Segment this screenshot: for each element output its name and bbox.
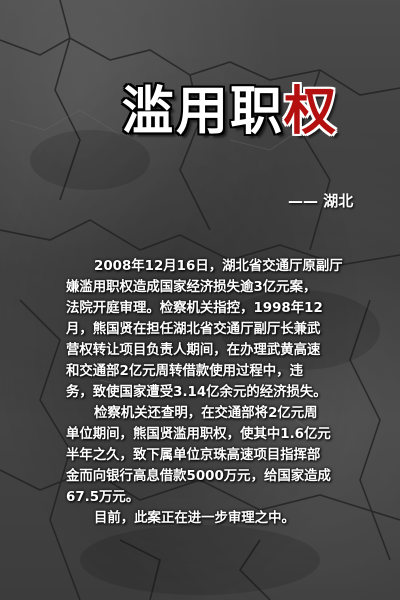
article-line: 67.5万元。 <box>66 490 140 505</box>
article-line: 目前，此案正在进一步审理之中。 <box>94 511 295 526</box>
page-title: 滥用职权 <box>122 86 338 138</box>
source-subtitle: —— 湖北 <box>288 192 354 210</box>
title-highlight: 权 <box>284 82 339 142</box>
article-line: 务，致使国家遭受3.14亿余元的经济损失。 <box>66 385 327 400</box>
article-line: 单位期间，熊国贤滥用职权，使其中1.6亿元 <box>66 427 331 442</box>
title-main: 滥用职 <box>122 82 285 142</box>
article-line: 营权转让项目负责人期间，在办理武黄高速 <box>66 343 321 358</box>
article-line: 半年之久，致下属单位京珠高速项目指挥部 <box>66 448 321 463</box>
article-line: 检察机关还查明，在交通部将2亿元周 <box>94 406 318 421</box>
article-line: 月，熊国贤在担任湖北省交通厅副厅长兼武 <box>66 322 321 337</box>
article-line: 法院开庭审理。检察机关指控，1998年12 <box>66 301 323 316</box>
article-line: 嫌滥用职权造成国家经济损失逾3亿元案， <box>66 280 317 295</box>
article-body: 2008年12月16日，湖北省交通厅原副厅 嫌滥用职权造成国家经济损失逾3亿元案… <box>66 256 400 529</box>
article-line: 和交通部2亿元周转借款使用过程中，违 <box>66 364 303 379</box>
article-line: 金而向银行高息借款5000万元，给国家造成 <box>66 469 331 484</box>
article-line: 2008年12月16日，湖北省交通厅原副厅 <box>94 259 343 274</box>
